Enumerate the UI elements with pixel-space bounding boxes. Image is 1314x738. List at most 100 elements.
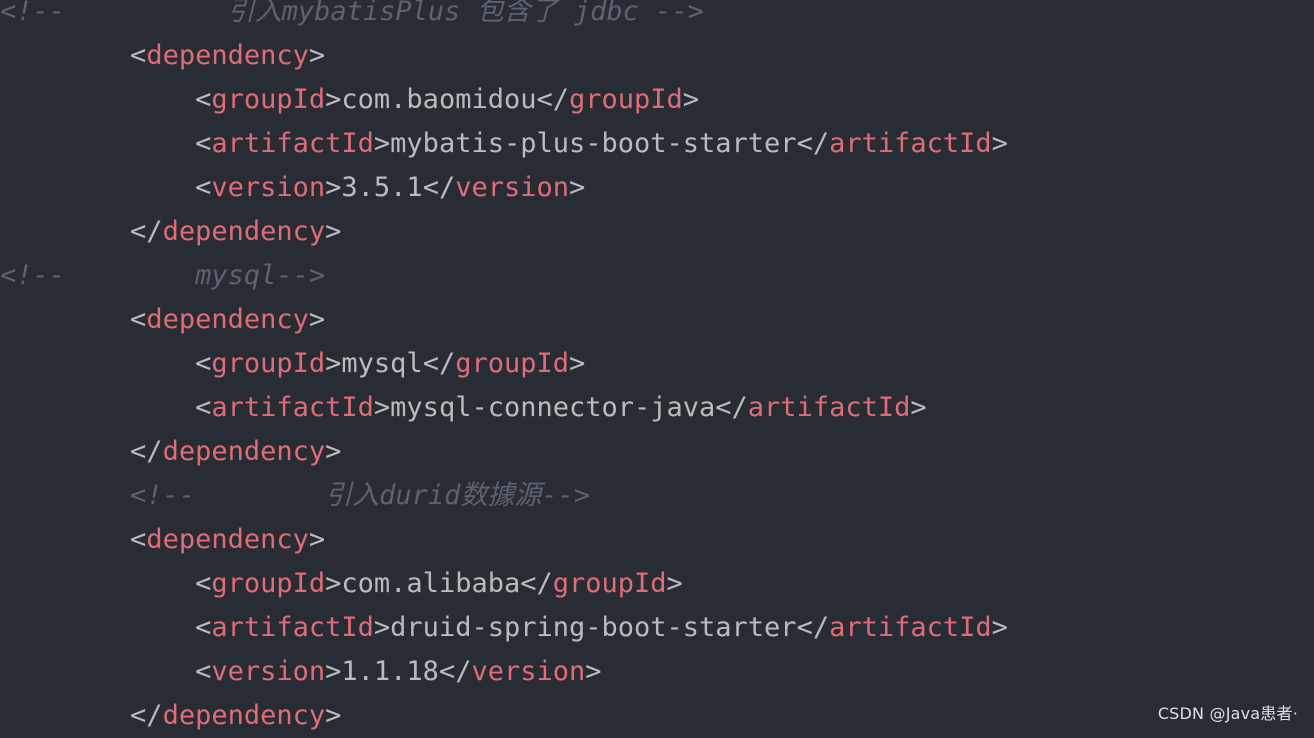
code-line[interactable]: </dependency> <box>0 430 1008 474</box>
xml-tag-name: dependency <box>146 524 309 555</box>
xml-punctuation: </ <box>422 172 456 203</box>
code-line[interactable]: </dependency> <box>0 694 1008 738</box>
xml-tag-name: groupId <box>552 568 667 599</box>
xml-tag-name: dependency <box>162 436 326 467</box>
xml-punctuation: < <box>195 128 212 159</box>
code-line[interactable]: <artifactId>druid-spring-boot-starter</a… <box>0 606 1008 650</box>
xml-tag-name: artifactId <box>211 128 374 159</box>
code-line[interactable]: <groupId>com.alibaba</groupId> <box>0 562 1008 606</box>
xml-punctuation: </ <box>796 128 830 159</box>
xml-punctuation: < <box>195 568 212 599</box>
xml-tag-name: dependency <box>162 216 326 247</box>
xml-tag-name: groupId <box>211 348 326 379</box>
xml-punctuation: </ <box>422 348 456 379</box>
code-line[interactable]: <groupId>com.baomidou</groupId> <box>0 78 1008 122</box>
xml-comment: <!-- 引入mybatisPlus 包含了 jdbc --> <box>0 0 704 27</box>
xml-tag-name: version <box>211 656 326 687</box>
xml-tag-name: groupId <box>455 348 569 379</box>
code-line-comment[interactable]: <!-- mysql--> <box>0 254 1008 298</box>
code-line-comment[interactable]: <!-- 引入durid数據源--> <box>0 474 1008 518</box>
xml-punctuation: < <box>195 392 212 423</box>
xml-punctuation: > <box>373 612 391 643</box>
code-line[interactable]: <version>1.1.18</version> <box>0 650 1008 694</box>
xml-punctuation: > <box>325 656 342 687</box>
xml-punctuation: > <box>325 172 342 203</box>
code-line[interactable]: <version>3.5.1</version> <box>0 166 1008 210</box>
xml-tag-name: artifactId <box>747 392 911 423</box>
xml-tag-name: dependency <box>146 304 309 335</box>
code-line[interactable]: <groupId>mysql</groupId> <box>0 342 1008 386</box>
xml-text-value: druid-spring-boot-starter <box>390 612 797 643</box>
xml-punctuation: < <box>195 612 212 643</box>
xml-punctuation: < <box>195 84 212 115</box>
xml-tag-name: artifactId <box>211 612 374 643</box>
xml-punctuation: > <box>991 612 1008 643</box>
code-line[interactable]: <artifactId>mybatis-plus-boot-starter</a… <box>0 122 1008 166</box>
xml-punctuation: > <box>910 392 927 423</box>
xml-tag-name: version <box>471 656 586 687</box>
xml-punctuation: > <box>325 436 342 467</box>
xml-text-value: mysql <box>341 348 423 379</box>
xml-punctuation: > <box>308 40 326 71</box>
xml-tag-name: dependency <box>146 40 309 71</box>
xml-text-value: 1.1.18 <box>341 656 439 687</box>
code-line[interactable]: <dependency> <box>0 298 1008 342</box>
xml-punctuation: </ <box>130 700 163 731</box>
xml-punctuation: </ <box>520 568 553 599</box>
xml-punctuation: > <box>325 568 342 599</box>
xml-text-value: com.alibaba <box>341 568 521 599</box>
xml-tag-name: version <box>455 172 569 203</box>
code-line[interactable]: <dependency> <box>0 518 1008 562</box>
xml-punctuation: < <box>130 304 147 335</box>
xml-text-value: mybatis-plus-boot-starter <box>390 128 797 159</box>
code-line[interactable]: <dependency> <box>0 34 1008 78</box>
xml-punctuation: > <box>325 84 342 115</box>
xml-punctuation: > <box>325 216 342 247</box>
xml-punctuation: < <box>195 348 212 379</box>
xml-punctuation: > <box>373 128 391 159</box>
xml-tag-name: dependency <box>162 700 326 731</box>
xml-punctuation: < <box>195 172 212 203</box>
code-line-comment[interactable]: <!-- 引入mybatisPlus 包含了 jdbc --> <box>0 0 1008 34</box>
xml-tag-name: version <box>211 172 326 203</box>
xml-punctuation: > <box>308 304 326 335</box>
xml-comment: <!-- mysql--> <box>0 260 326 291</box>
xml-punctuation: > <box>325 700 342 731</box>
xml-punctuation: < <box>130 524 147 555</box>
code-line[interactable]: <artifactId>mysql-connector-java</artifa… <box>0 386 1008 430</box>
xml-punctuation: > <box>991 128 1008 159</box>
xml-punctuation: > <box>682 84 700 115</box>
xml-punctuation: > <box>569 172 586 203</box>
xml-punctuation: </ <box>715 392 748 423</box>
xml-tag-name: groupId <box>211 84 326 115</box>
xml-punctuation: > <box>585 656 602 687</box>
xml-punctuation: > <box>325 348 342 379</box>
xml-punctuation: </ <box>130 436 163 467</box>
xml-punctuation: > <box>373 392 391 423</box>
code-editor[interactable]: <!-- 引入mybatisPlus 包含了 jdbc --> <depende… <box>0 0 1008 738</box>
csdn-watermark: CSDN @Java患者· <box>1157 704 1298 723</box>
xml-text-value: 3.5.1 <box>341 172 423 203</box>
xml-punctuation: < <box>130 40 147 71</box>
code-line[interactable]: </dependency> <box>0 210 1008 254</box>
xml-punctuation: </ <box>536 84 569 115</box>
xml-punctuation: </ <box>796 612 830 643</box>
xml-tag-name: groupId <box>211 568 326 599</box>
xml-tag-name: groupId <box>569 84 683 115</box>
xml-punctuation: > <box>666 568 683 599</box>
xml-punctuation: </ <box>130 216 163 247</box>
